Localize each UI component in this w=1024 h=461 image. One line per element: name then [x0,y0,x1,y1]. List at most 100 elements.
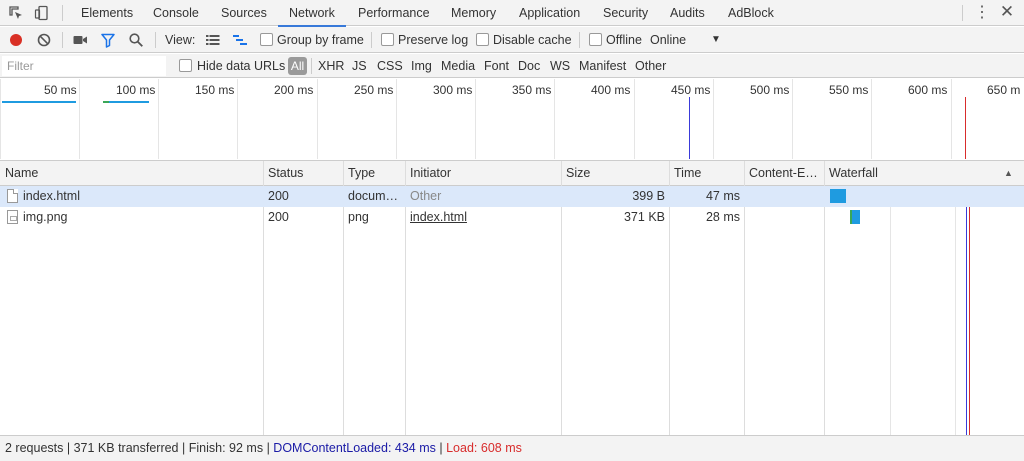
toolbar-divider [62,32,63,48]
load-marker [965,97,966,159]
overview-gridline [554,79,555,159]
filter-type-manifest[interactable]: Manifest [579,54,626,78]
overview-gridline [79,79,80,159]
table-row[interactable]: index.html 200 docum… Other 399 B 47 ms [0,186,1024,207]
tab-memory[interactable]: Memory [451,0,496,26]
request-time: 28 ms [705,210,740,224]
view-label: View: [165,33,196,47]
finish-time: Finish: 92 ms [188,441,264,455]
transferred-size: 371 KB transferred [73,441,179,455]
column-header-size[interactable]: Size [561,161,669,186]
request-type: docum… [348,189,399,203]
document-file-icon [7,189,18,203]
filter-type-xhr[interactable]: XHR [318,54,344,78]
overview-gridline [317,79,318,159]
filter-type-img[interactable]: Img [411,54,432,78]
overview-gridline [951,79,952,159]
filter-type-other[interactable]: Other [635,54,666,78]
column-header-type[interactable]: Type [343,161,405,186]
search-icon[interactable] [128,32,144,48]
filter-type-js[interactable]: JS [352,54,367,78]
clear-icon[interactable] [36,32,52,48]
column-header-content-encoding[interactable]: Content-E… [744,161,824,186]
overview-tick-label: 100 ms [116,83,156,97]
overview-gridline [158,79,159,159]
tab-security[interactable]: Security [603,0,648,26]
column-header-time[interactable]: Time [669,161,744,186]
chevron-down-icon[interactable]: ▼ [711,27,721,53]
request-count: 2 requests [5,441,64,455]
close-icon[interactable]: ✕ [998,3,1016,21]
overview-tick-label: 400 ms [591,83,631,97]
toolbar-divider [155,32,156,48]
filter-type-ws[interactable]: WS [550,54,570,78]
tab-sources[interactable]: Sources [221,0,267,26]
tab-divider [62,5,63,21]
tab-elements[interactable]: Elements [81,0,133,26]
offline-checkbox[interactable] [589,33,602,46]
filter-bar: Hide data URLs All XHR JS CSS Img Media … [0,54,1024,78]
toolbar-divider [371,32,372,48]
tab-adblock[interactable]: AdBlock [728,0,774,26]
overview-waterfall-icon[interactable] [232,32,248,48]
overview-gridline [871,79,872,159]
overview-tick-label: 450 ms [671,83,711,97]
request-name[interactable]: img.png [23,207,261,228]
disable-cache-checkbox[interactable] [476,33,489,46]
column-header-name[interactable]: Name [0,161,263,186]
request-initiator-link[interactable]: index.html [410,207,558,228]
tab-audits[interactable]: Audits [670,0,705,26]
column-header-initiator[interactable]: Initiator [405,161,561,186]
sort-ascending-icon[interactable]: ▲ [1004,161,1013,186]
request-content-encoding [749,186,821,207]
overview-tick-label: 550 ms [829,83,869,97]
filter-type-css[interactable]: CSS [377,54,403,78]
request-name[interactable]: index.html [23,186,261,207]
request-type: png [348,210,369,224]
overview-gridline [396,79,397,159]
filter-type-all[interactable]: All [288,57,307,75]
tab-performance[interactable]: Performance [358,0,430,26]
overview-tick-label: 350 ms [512,83,552,97]
overview-tick-label: 250 ms [354,83,394,97]
group-by-frame-label: Group by frame [277,33,364,47]
hide-data-urls-checkbox[interactable] [179,59,192,72]
dom-content-loaded-marker [689,97,690,159]
devtools-tab-bar: Elements Console Sources Network Perform… [0,0,1024,27]
tab-console[interactable]: Console [153,0,199,26]
overview-gridline [792,79,793,159]
more-options-icon[interactable]: ⋮ [974,4,990,22]
inspect-element-icon[interactable] [8,5,24,21]
preserve-log-checkbox[interactable] [381,33,394,46]
overview-gridline [634,79,635,159]
filter-type-media[interactable]: Media [441,54,475,78]
column-header-status[interactable]: Status [263,161,343,186]
throttling-select[interactable]: Online [650,27,686,53]
record-icon[interactable] [8,32,24,48]
device-toolbar-icon[interactable] [34,5,50,21]
network-overview[interactable]: 50 ms 100 ms 150 ms 200 ms 250 ms 300 ms… [0,79,1024,161]
waterfall-bar[interactable] [852,210,860,224]
overview-tick-label: 200 ms [274,83,314,97]
filter-type-font[interactable]: Font [484,54,509,78]
column-header-waterfall[interactable]: Waterfall [824,161,1004,186]
filter-type-doc[interactable]: Doc [518,54,540,78]
overview-tick-label: 650 m [987,83,1021,97]
camera-icon[interactable] [72,32,88,48]
overview-request-bar [109,101,149,103]
tab-network[interactable]: Network [278,0,346,27]
overview-gridline [475,79,476,159]
tab-application[interactable]: Application [519,0,580,26]
table-row[interactable]: img.png 200 png index.html 371 KB 28 ms [0,207,1024,228]
overview-gridline [713,79,714,159]
request-size: 371 KB [623,210,665,224]
request-initiator: Other [410,189,442,203]
image-file-icon [7,210,18,224]
large-rows-icon[interactable] [205,32,221,48]
overview-tick-label: 150 ms [195,83,235,97]
filter-input[interactable] [2,56,166,76]
group-by-frame-checkbox[interactable] [260,33,273,46]
filter-divider [311,58,312,74]
filter-icon[interactable] [100,32,116,48]
waterfall-bar[interactable] [830,189,846,203]
